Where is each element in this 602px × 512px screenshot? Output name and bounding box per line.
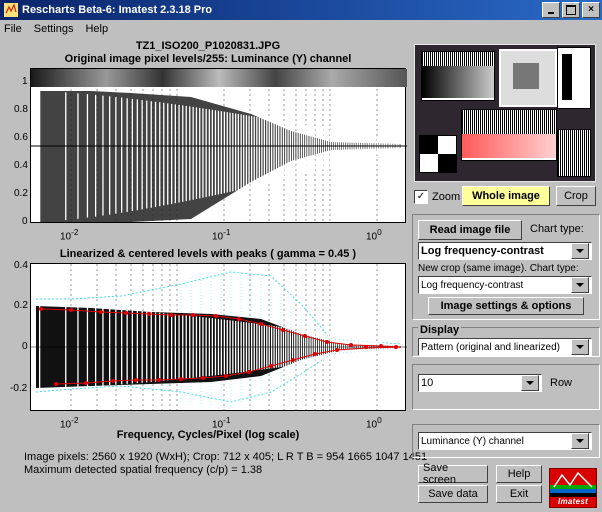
chart2-plot: [31, 264, 407, 412]
save-data-button[interactable]: Save data: [418, 485, 488, 503]
imatest-logo: Imatest: [549, 468, 597, 508]
chart1-xtick-3: 100: [366, 227, 382, 242]
maximize-button[interactable]: [562, 2, 580, 18]
menu-bar: File Settings Help: [0, 20, 602, 39]
crop-thumbnail[interactable]: [414, 44, 596, 182]
dropdown-icon: [571, 433, 589, 449]
display-header: Display: [418, 324, 461, 336]
filename-label: TZ1_ISO200_P1020831.JPG: [10, 40, 406, 52]
zoom-label: Zoom: [432, 191, 460, 203]
chart2-title: Linearized & centered levels with peaks …: [10, 248, 406, 260]
chart1-xtick-2: 10-1: [212, 227, 231, 242]
chart2: [30, 263, 406, 411]
menu-settings[interactable]: Settings: [34, 23, 74, 35]
newcrop-select[interactable]: Log frequency-contrast: [418, 276, 592, 294]
chart1-title: Original image pixel levels/255: Luminan…: [10, 53, 406, 65]
chart1-ytick-08: 0.8: [14, 104, 28, 115]
chart1-ytick-06: 0.6: [14, 132, 28, 143]
imatest-logo-icon: [552, 471, 594, 491]
row-label: Row: [550, 377, 572, 389]
newcrop-label: New crop (same image). Chart type:: [418, 263, 579, 274]
image-settings-button[interactable]: Image settings & options: [428, 297, 584, 315]
display-value: Pattern (original and linearized): [421, 342, 560, 353]
checkbox-icon: ✓: [414, 190, 428, 204]
whole-image-button[interactable]: Whole image: [462, 186, 550, 206]
title-bar: Rescharts Beta-6: Imatest 2.3.18 Pro ×: [0, 0, 602, 20]
chart1-ytick-04: 0.4: [14, 160, 28, 171]
chart1-ytick-0: 0: [22, 216, 28, 227]
window-title: Rescharts Beta-6: Imatest 2.3.18 Pro: [22, 4, 212, 16]
dropdown-icon: [571, 243, 589, 259]
minimize-button[interactable]: [542, 2, 560, 18]
chart1: [30, 68, 406, 223]
imatest-logo-text: Imatest: [558, 497, 588, 506]
display-select[interactable]: Pattern (original and linearized): [418, 338, 592, 356]
channel-select[interactable]: Luminance (Y) channel: [418, 432, 592, 450]
dropdown-icon: [571, 277, 589, 293]
crop-button[interactable]: Crop: [556, 186, 596, 206]
read-image-button[interactable]: Read image file: [418, 220, 522, 240]
chart2-xlabel: Frequency, Cycles/Pixel (log scale): [10, 429, 406, 441]
menu-help[interactable]: Help: [85, 23, 108, 35]
chart-type-label: Chart type:: [530, 223, 584, 235]
save-screen-button[interactable]: Save screen: [418, 465, 488, 483]
chart2-ytick-m02: -0.2: [10, 383, 27, 394]
footer-line1: Image pixels: 2560 x 1920 (WxH); Crop: 7…: [24, 451, 427, 463]
exit-button[interactable]: Exit: [496, 485, 542, 503]
help-button[interactable]: Help: [496, 465, 542, 483]
newcrop-value: Log frequency-contrast: [421, 280, 523, 291]
menu-file[interactable]: File: [4, 23, 22, 35]
chart1-ytick-02: 0.2: [14, 188, 28, 199]
dropdown-icon: [571, 339, 589, 355]
zoom-checkbox[interactable]: ✓ Zoom: [414, 190, 460, 204]
chart2-ytick-02: 0.2: [14, 300, 28, 311]
dropdown-icon: [521, 375, 539, 391]
footer-line2: Maximum detected spatial frequency (c/p)…: [24, 464, 262, 476]
row-select[interactable]: 10: [418, 374, 542, 392]
chart-type-select[interactable]: Log frequency-contrast: [418, 242, 592, 260]
chart1-ytick-1: 1: [22, 76, 28, 87]
row-value: 10: [421, 377, 433, 389]
app-icon: [4, 3, 18, 17]
close-button[interactable]: ×: [582, 2, 600, 18]
client-area: TZ1_ISO200_P1020831.JPG Original image p…: [0, 38, 602, 512]
channel-value: Luminance (Y) channel: [421, 436, 524, 447]
chart-type-value: Log frequency-contrast: [421, 245, 544, 257]
chart2-ytick-0: 0: [22, 341, 28, 352]
chart1-xtick-1: 10-2: [60, 227, 79, 242]
chart2-ytick-04: 0.4: [14, 260, 28, 271]
chart1-plot: [31, 69, 407, 224]
